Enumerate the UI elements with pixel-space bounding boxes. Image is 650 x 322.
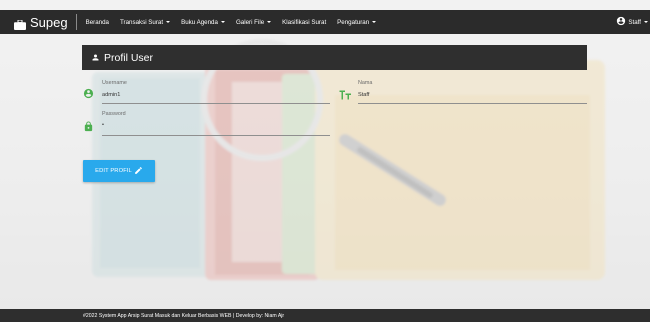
nav-item-buku-agenda[interactable]: Buku Agenda (181, 19, 225, 26)
username-value: admin1 (102, 92, 121, 98)
password-underline (102, 135, 330, 136)
edit-profile-button[interactable]: EDIT PROFIL (83, 160, 155, 182)
nama-field[interactable]: Nama Staff (339, 78, 589, 106)
lock-icon (83, 119, 94, 137)
nav-item-label: Pengaturan (337, 18, 370, 26)
nav-item-label: Beranda (85, 18, 109, 26)
brand-name: Supeg (30, 14, 68, 30)
pencil-icon (134, 166, 143, 177)
password-value: • (102, 122, 104, 128)
account-circle-icon (83, 86, 94, 104)
caret-down-icon (372, 21, 377, 23)
briefcase-icon (14, 17, 26, 30)
account-circle-icon (616, 16, 626, 28)
user-menu[interactable]: Staff (616, 16, 650, 28)
nav-item-label: Klasifikasi Surat (282, 18, 327, 26)
caret-down-icon (220, 21, 225, 23)
password-label: Password (102, 111, 126, 117)
nav-item-galeri-file[interactable]: Galeri File (235, 18, 272, 26)
nama-underline (358, 103, 587, 104)
footer: #2022 System App Arsip Surat Masuk dan K… (0, 309, 650, 322)
username-underline (102, 103, 330, 104)
nama-label: Nama (358, 80, 373, 86)
profile-card-header: Profil User (82, 45, 587, 70)
text-format-icon (339, 87, 352, 105)
user-name: Staff (628, 18, 641, 26)
brand-divider (75, 14, 77, 30)
brand-link[interactable]: Supeg (0, 10, 68, 34)
nama-value: Staff (358, 92, 370, 98)
caret-down-icon (644, 21, 648, 23)
page-title: Profil User (104, 51, 154, 64)
top-navbar: Supeg Beranda Transaksi Surat Buku Agend… (0, 10, 650, 34)
nav-item-label: Buku Agenda (181, 18, 218, 26)
nav-item-klasifikasi-surat[interactable]: Klasifikasi Surat (282, 19, 326, 26)
username-field[interactable]: Username admin1 (82, 78, 332, 106)
username-label: Username (102, 80, 127, 86)
nav-item-label: Transaksi Surat (120, 18, 164, 26)
caret-down-icon (267, 21, 272, 23)
nav-item-transaksi-surat[interactable]: Transaksi Surat (120, 18, 171, 26)
password-field[interactable]: Password • (82, 110, 332, 138)
edit-profile-label: EDIT PROFIL (95, 168, 132, 174)
nav-item-label: Galeri File (235, 18, 265, 26)
person-icon (91, 49, 100, 67)
caret-down-icon (166, 21, 171, 23)
nav-item-beranda[interactable]: Beranda (86, 19, 109, 26)
nav-item-pengaturan[interactable]: Pengaturan (337, 18, 377, 26)
footer-text: #2022 System App Arsip Surat Masuk dan K… (83, 312, 285, 319)
